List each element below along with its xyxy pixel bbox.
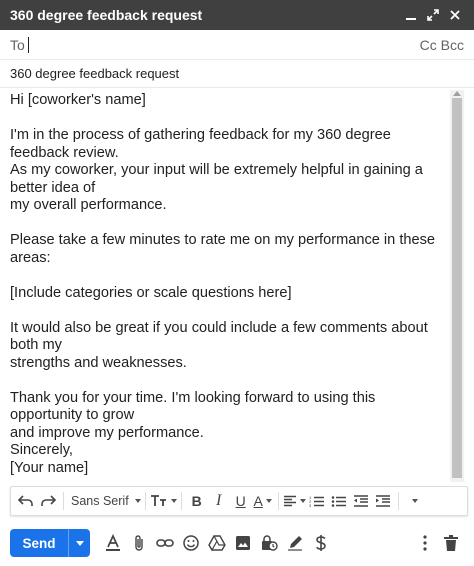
body-line: As my coworker, your input will be extre… — [10, 162, 423, 196]
indent-less-icon[interactable] — [350, 488, 372, 514]
send-money-icon[interactable] — [308, 529, 334, 557]
body-signature: [Your name] — [10, 459, 89, 476]
insert-photo-icon[interactable] — [230, 529, 256, 557]
formatting-options-icon[interactable] — [100, 529, 126, 557]
chevron-down-icon — [75, 540, 84, 546]
chevron-down-icon — [134, 499, 141, 503]
close-icon[interactable] — [446, 6, 464, 24]
text-color-button[interactable]: A — [252, 488, 274, 514]
subject-text: 360 degree feedback request — [10, 66, 180, 81]
body-line: Please take a few minutes to rate me on … — [10, 232, 436, 266]
numbered-list-icon[interactable]: 123 — [306, 488, 328, 514]
discard-draft-icon[interactable] — [438, 529, 464, 557]
schedule-send-button[interactable] — [68, 529, 90, 557]
compose-titlebar: 360 degree feedback request — [0, 0, 474, 30]
compose-actions: Send — [0, 520, 474, 566]
text-cursor — [27, 36, 29, 53]
scroll-up-icon[interactable] — [453, 91, 461, 96]
indent-more-icon[interactable] — [372, 488, 394, 514]
more-formatting-icon[interactable] — [403, 488, 425, 514]
chevron-down-icon — [412, 499, 419, 503]
more-options-icon[interactable] — [412, 529, 438, 557]
chevron-down-icon — [170, 499, 177, 503]
italic-button[interactable]: I — [208, 488, 230, 514]
body-line: I'm in the process of gathering feedback… — [10, 127, 391, 161]
attach-file-icon[interactable] — [126, 529, 152, 557]
confidential-mode-icon[interactable] — [256, 529, 282, 557]
bold-button[interactable]: B — [186, 488, 208, 514]
body-scrollbar[interactable] — [450, 90, 464, 482]
body-line: Thank you for your time. I'm looking for… — [10, 389, 376, 424]
body-line: It would also be great if you could incl… — [10, 319, 428, 354]
font-family-select[interactable]: Sans Serif — [68, 488, 141, 514]
text-color-glyph: A — [253, 493, 263, 509]
google-drive-icon[interactable] — [204, 529, 230, 557]
underline-button[interactable]: U — [230, 488, 252, 514]
font-family-value: Sans Serif — [71, 494, 129, 508]
insert-signature-icon[interactable] — [282, 529, 308, 557]
font-size-button[interactable] — [150, 488, 177, 514]
cc-bcc-link[interactable]: Cc Bcc — [420, 37, 464, 53]
formatting-toolbar: Sans Serif B I U A 123 — [10, 486, 468, 516]
bulleted-list-icon[interactable] — [328, 488, 350, 514]
insert-emoji-icon[interactable] — [178, 529, 204, 557]
body-line: my overall performance. — [10, 197, 167, 213]
to-label: To — [10, 36, 25, 53]
body-line: and improve my performance. — [10, 424, 204, 441]
to-field[interactable]: To Cc Bcc — [0, 30, 474, 60]
expand-icon[interactable] — [424, 6, 442, 24]
undo-icon[interactable] — [15, 488, 37, 514]
insert-link-icon[interactable] — [152, 529, 178, 557]
body-closing: Sincerely, — [10, 442, 73, 458]
body-greeting: Hi [coworker's name] — [10, 92, 146, 108]
message-body[interactable]: Hi [coworker's name] I'm in the process … — [10, 92, 450, 482]
subject-field[interactable]: 360 degree feedback request — [0, 60, 474, 88]
align-icon[interactable] — [283, 488, 306, 514]
send-button[interactable]: Send — [10, 529, 68, 557]
body-line: [Include categories or scale questions h… — [10, 284, 292, 301]
minimize-icon[interactable] — [402, 6, 420, 24]
send-group: Send — [10, 529, 90, 557]
body-line: strengths and weaknesses. — [10, 354, 187, 371]
scrollbar-thumb[interactable] — [452, 98, 462, 478]
chevron-down-icon — [265, 499, 272, 503]
svg-text:3: 3 — [309, 503, 312, 507]
redo-icon[interactable] — [37, 488, 59, 514]
compose-title: 360 degree feedback request — [10, 7, 203, 23]
